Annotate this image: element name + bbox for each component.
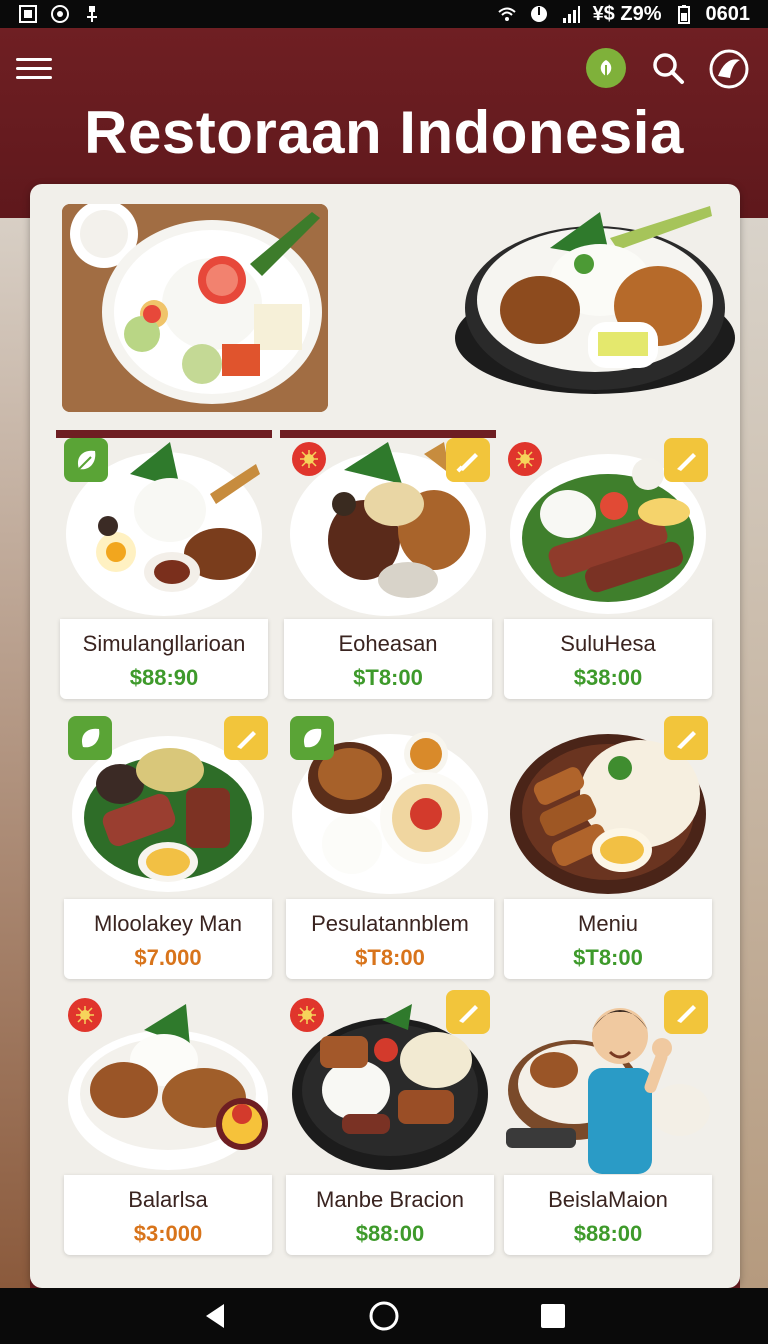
dish-info: Pesulatannblem $T8:00: [286, 899, 494, 979]
chef-knife-icon: [664, 438, 708, 482]
sync-icon: [50, 4, 70, 24]
dish-price: $7.000: [134, 945, 202, 970]
dish-info: Mloolakey Man $7.000: [64, 899, 272, 979]
dish-info: Meniu $T8:00: [504, 899, 712, 979]
hero-claypot-photo: [450, 198, 740, 408]
chef-knife-icon: [446, 438, 490, 482]
menu-panel: Simulangllarioan $88:90 Eoheasan $T8:00 …: [30, 184, 740, 1288]
dish-name: Mloolakey Man: [94, 911, 242, 936]
clock: 0601: [705, 2, 751, 25]
chili-icon: [68, 998, 102, 1032]
dish-price: $3:000: [133, 1221, 203, 1246]
dish-info: Manbe Bracion $88:00: [286, 1175, 494, 1255]
dish-price: $88:00: [573, 1221, 643, 1246]
leaf-icon: [68, 716, 112, 760]
status-text: ¥$ Z9%: [592, 2, 662, 25]
dish-name: BeislaMaion: [548, 1187, 668, 1212]
home-icon[interactable]: [366, 1298, 402, 1334]
dish-name: Meniu: [578, 911, 638, 936]
dish-price: $T8:00: [353, 665, 423, 690]
chef-knife-icon: [664, 990, 708, 1034]
recents-icon[interactable]: [535, 1298, 571, 1334]
background-right: [740, 218, 768, 1288]
dish-info: Simulangllarioan $88:90: [60, 619, 268, 699]
dish-name: Eoheasan: [338, 631, 438, 656]
dish-price: $88:90: [129, 665, 199, 690]
dish-name: Simulangllarioan: [82, 631, 246, 656]
wifi-icon: [497, 4, 517, 24]
dish-price: $T8:00: [355, 945, 425, 970]
chili-icon: [508, 442, 542, 476]
dish-info: BeislaMaion $88:00: [504, 1175, 712, 1255]
hero-dish-photo: [62, 204, 328, 412]
chili-icon: [292, 442, 326, 476]
usb-icon: [82, 4, 102, 24]
chef-knife-icon: [664, 716, 708, 760]
leaf-icon: [290, 716, 334, 760]
back-icon[interactable]: [197, 1298, 233, 1334]
dish-price: $T8:00: [573, 945, 643, 970]
gallery-icon: [18, 4, 38, 24]
data-saver-icon: [529, 4, 549, 24]
dish-price: $38:00: [573, 665, 643, 690]
signal-icon: [561, 4, 581, 24]
leaf-icon: [64, 438, 108, 482]
system-nav-bar: [0, 1288, 768, 1344]
dish-price: $88:00: [355, 1221, 425, 1246]
dish-info: Balarlsa $3:000: [64, 1175, 272, 1255]
leaf-icon[interactable]: [586, 48, 626, 88]
dish-name: Manbe Bracion: [316, 1187, 464, 1212]
page-title: Restoraan Indonesia: [84, 99, 684, 166]
chef-knife-icon: [224, 716, 268, 760]
status-bar: ¥$ Z9% 0601: [0, 0, 768, 28]
background-left: [0, 218, 30, 1288]
restaurant-logo-icon[interactable]: [706, 46, 752, 92]
menu-icon[interactable]: [16, 52, 52, 88]
search-icon[interactable]: [650, 50, 686, 86]
chef-knife-icon: [446, 990, 490, 1034]
dish-name: SuluHesa: [560, 631, 656, 656]
dish-info: SuluHesa $38:00: [504, 619, 712, 699]
dish-info: Eoheasan $T8:00: [284, 619, 492, 699]
chili-icon: [290, 998, 324, 1032]
battery-icon: [674, 4, 694, 24]
dish-name: Pesulatannblem: [311, 911, 469, 936]
dish-name: Balarlsa: [128, 1187, 208, 1212]
